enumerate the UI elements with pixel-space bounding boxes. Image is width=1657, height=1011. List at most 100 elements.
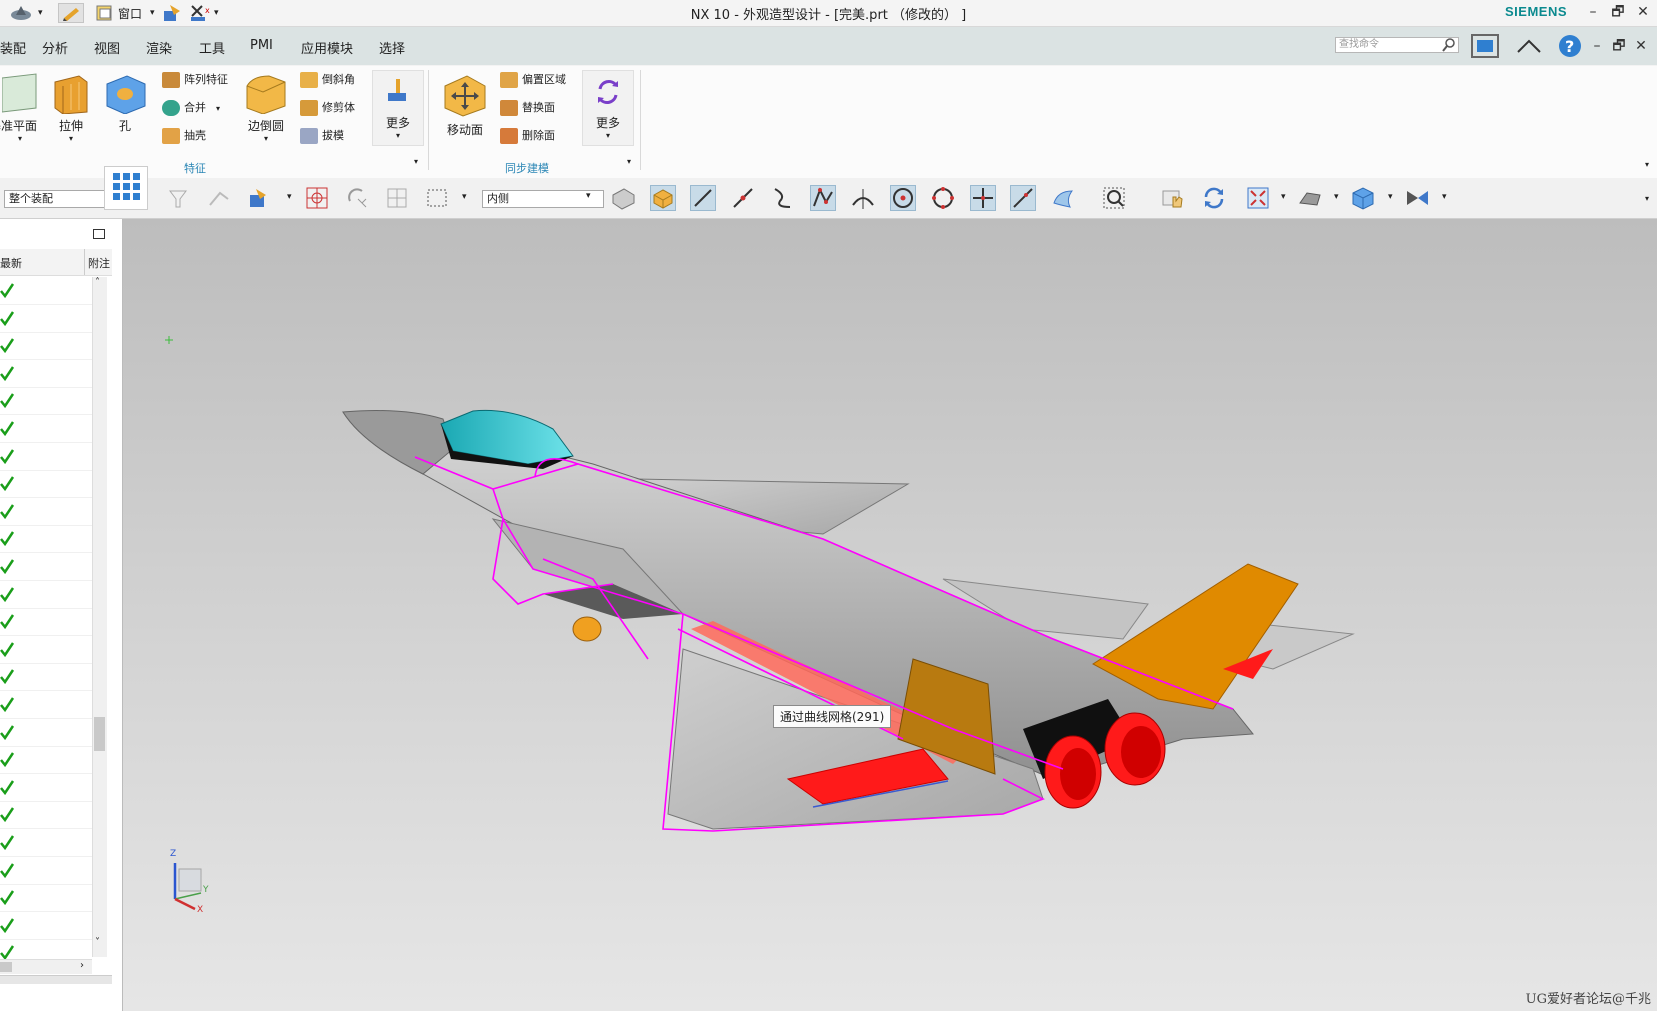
sync-group-dropdown[interactable]: ▾	[627, 157, 631, 166]
navigator-row[interactable]	[0, 691, 92, 719]
chevron-down-icon[interactable]: ▾	[586, 191, 591, 201]
shell-button[interactable]: 抽壳	[162, 124, 206, 148]
pan-hand-icon[interactable]	[1161, 185, 1187, 211]
chevron-down-icon[interactable]: ▾	[1281, 192, 1286, 202]
hole-button[interactable]: 孔	[103, 72, 147, 134]
navigator-row[interactable]	[0, 332, 92, 361]
doc-close-button[interactable]: ✕	[1630, 36, 1652, 56]
point-on-surface-icon[interactable]	[1050, 185, 1076, 211]
navigator-row[interactable]	[0, 774, 92, 802]
menu-view[interactable]: 视图	[94, 38, 120, 57]
filter-disabled-icon[interactable]	[166, 185, 192, 211]
menu-tools[interactable]: 工具	[199, 38, 225, 57]
graphics-window[interactable]: Z Y X UG爱好者论坛@千兆	[123, 219, 1657, 1011]
search-icon[interactable]	[1441, 37, 1457, 53]
full-screen-icon[interactable]	[1470, 33, 1500, 59]
replace-face-button[interactable]: 替换面	[500, 96, 555, 120]
menu-applications[interactable]: 应用模块	[301, 38, 353, 57]
tangent-point-icon[interactable]	[850, 185, 876, 211]
toolbar-options-dropdown[interactable]: ▾	[1645, 194, 1649, 203]
point-on-curve-icon[interactable]	[1010, 185, 1036, 211]
center-select-icon[interactable]	[384, 185, 410, 211]
section-view-icon[interactable]	[1404, 185, 1430, 211]
point-select-icon[interactable]	[304, 185, 330, 211]
navigator-row[interactable]	[0, 360, 92, 388]
edge-blend-button[interactable]: 边倒圆 ▾	[243, 72, 289, 143]
control-point-icon[interactable]	[810, 185, 836, 211]
intersection-point-icon[interactable]	[970, 185, 996, 211]
vertical-scrollbar[interactable]: ˄ ˅	[92, 277, 107, 957]
rectangle-select-icon[interactable]	[424, 185, 450, 211]
trim-body-button[interactable]: 修剪体	[300, 96, 355, 120]
draft-button[interactable]: 拔模	[300, 124, 344, 148]
navigator-row[interactable]	[0, 829, 92, 857]
column-latest[interactable]: 最新	[0, 255, 22, 271]
offset-region-button[interactable]: 偏置区域	[500, 68, 566, 92]
column-notes[interactable]: 附注	[88, 255, 110, 271]
feature-group-dropdown[interactable]: ▾	[414, 157, 418, 166]
delete-face-button[interactable]: 删除面	[500, 124, 555, 148]
navigator-row[interactable]	[0, 415, 92, 443]
curve-line-icon[interactable]	[690, 185, 716, 211]
ribbon-options-dropdown[interactable]: ▾	[1645, 160, 1649, 169]
restore-button[interactable]: 🗗	[1607, 2, 1629, 22]
navigator-row[interactable]	[0, 912, 92, 940]
panel-splitter[interactable]	[0, 975, 112, 984]
close-button[interactable]: ✕	[1632, 2, 1654, 22]
minimize-button[interactable]: –	[1582, 2, 1604, 22]
menu-assembly[interactable]: 装配	[0, 38, 26, 57]
navigator-row[interactable]	[0, 443, 92, 471]
collapse-ribbon-icon[interactable]	[1515, 36, 1543, 56]
spline-icon[interactable]	[770, 185, 796, 211]
scroll-thumb[interactable]	[94, 717, 105, 751]
snap-disabled-icon[interactable]	[206, 185, 232, 211]
chevron-down-icon[interactable]: ▾	[287, 192, 292, 202]
navigator-row[interactable]	[0, 719, 92, 747]
menu-analysis[interactable]: 分析	[42, 38, 68, 57]
chamfer-button[interactable]: 倒斜角	[300, 68, 355, 92]
navigator-row[interactable]	[0, 387, 92, 416]
feature-more-button[interactable]: 更多 ▾	[372, 70, 424, 146]
assembly-select-icon[interactable]	[246, 185, 272, 211]
navigator-row[interactable]	[0, 498, 92, 526]
navigator-row[interactable]	[0, 801, 92, 830]
move-face-button[interactable]: 移动面	[441, 70, 489, 138]
scroll-right-icon[interactable]: ›	[80, 960, 84, 971]
command-grid-icon[interactable]	[104, 166, 148, 210]
h-scroll-thumb[interactable]	[0, 962, 12, 972]
end-point-icon[interactable]	[730, 185, 756, 211]
fit-view-icon[interactable]	[1245, 185, 1271, 211]
chevron-down-icon[interactable]: ▾	[1388, 192, 1393, 202]
doc-restore-button[interactable]: 🗗	[1608, 36, 1630, 56]
navigator-row[interactable]	[0, 553, 92, 581]
arc-center-icon[interactable]	[890, 185, 916, 211]
scroll-up-icon[interactable]: ˄	[95, 277, 100, 288]
chevron-down-icon[interactable]: ▾	[462, 192, 467, 202]
sync-more-button[interactable]: 更多 ▾	[582, 70, 634, 146]
navigator-row[interactable]	[0, 663, 92, 692]
rotate-snap-icon[interactable]	[344, 185, 370, 211]
navigator-row[interactable]	[0, 636, 92, 664]
menu-selection[interactable]: 选择	[379, 38, 405, 57]
orient-view-icon[interactable]	[1350, 185, 1376, 211]
horizontal-scrollbar[interactable]: ›	[0, 959, 92, 974]
menu-pmi[interactable]: PMI	[250, 38, 273, 53]
quadrant-point-icon[interactable]	[930, 185, 956, 211]
navigator-row[interactable]	[0, 884, 92, 913]
navigator-row[interactable]	[0, 608, 92, 637]
doc-minimize-button[interactable]: –	[1586, 36, 1608, 56]
datum-plane-button[interactable]: 基准平面 ▾	[0, 72, 40, 143]
navigator-row[interactable]	[0, 277, 92, 305]
navigator-row[interactable]	[0, 525, 92, 554]
scroll-down-icon[interactable]: ˅	[95, 937, 100, 948]
navigator-row[interactable]	[0, 857, 92, 885]
rendering-style-icon[interactable]	[1297, 185, 1323, 211]
zoom-window-icon[interactable]	[1101, 185, 1127, 211]
maximize-panel-icon[interactable]	[93, 229, 105, 239]
body-select-icon[interactable]	[650, 185, 676, 211]
navigator-row[interactable]	[0, 470, 92, 499]
aircraft-model[interactable]	[123, 219, 1657, 1011]
navigator-row[interactable]	[0, 746, 92, 775]
chevron-down-icon[interactable]: ▾	[1334, 192, 1339, 202]
face-select-icon[interactable]	[610, 185, 636, 211]
